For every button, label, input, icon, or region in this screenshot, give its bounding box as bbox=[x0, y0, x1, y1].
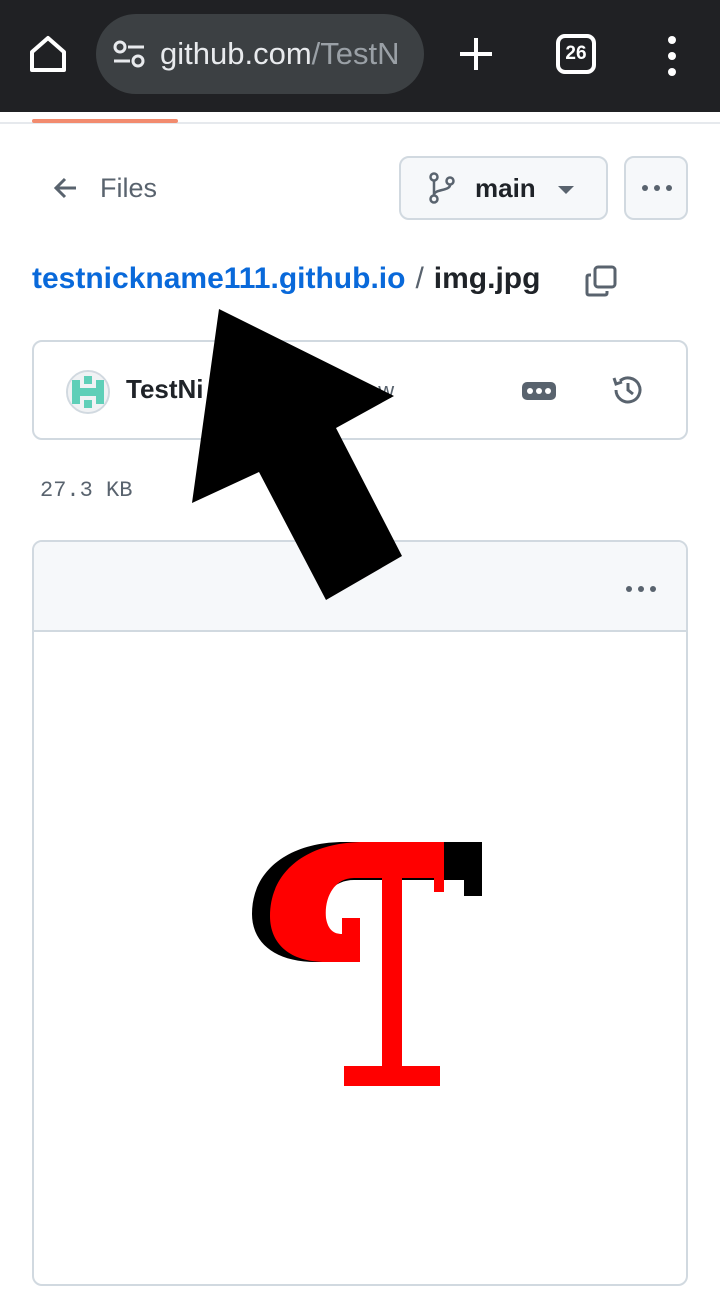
history-icon[interactable] bbox=[610, 372, 646, 408]
latest-commit-box: TestNi ow bbox=[32, 340, 688, 440]
url-path: /TestN bbox=[311, 36, 400, 71]
breadcrumb-file-name: img.jpg bbox=[433, 262, 541, 295]
kebab-menu-icon[interactable] bbox=[660, 34, 684, 78]
tabs-icon[interactable]: 26 bbox=[556, 34, 596, 74]
file-actions-menu-button[interactable] bbox=[624, 156, 688, 220]
git-branch-icon bbox=[429, 172, 455, 204]
branch-name: main bbox=[475, 172, 536, 203]
file-viewer-header bbox=[34, 542, 686, 632]
plus-icon[interactable] bbox=[452, 30, 500, 78]
preview-glyph: T bbox=[234, 832, 235, 833]
url-text[interactable]: github.com/TestN bbox=[160, 36, 400, 72]
breadcrumb-separator: / bbox=[415, 262, 424, 295]
file-size: 27.3 KB bbox=[40, 478, 133, 503]
address-bar[interactable]: github.com/TestN bbox=[96, 14, 424, 94]
kebab-horizontal-icon bbox=[626, 586, 656, 592]
kebab-horizontal-icon bbox=[527, 388, 551, 394]
commit-time: ow bbox=[366, 378, 395, 403]
breadcrumb: testnickname111.github.io / img.jpg bbox=[32, 262, 540, 296]
back-label: Files bbox=[100, 172, 158, 203]
kebab-horizontal-icon bbox=[642, 185, 672, 191]
branch-select-button[interactable]: main bbox=[399, 156, 608, 220]
url-host: github.com bbox=[160, 36, 312, 71]
viewer-actions-button[interactable] bbox=[614, 568, 658, 608]
page-progress-bar bbox=[32, 119, 178, 123]
caret-down-icon bbox=[558, 186, 574, 194]
avatar[interactable] bbox=[66, 370, 110, 414]
browser-toolbar: github.com/TestN 26 bbox=[0, 0, 720, 112]
back-to-files-link[interactable]: Files bbox=[52, 168, 157, 208]
file-viewer: T bbox=[32, 540, 688, 1286]
commit-message-toggle[interactable] bbox=[522, 382, 556, 400]
identicon-icon bbox=[68, 372, 108, 412]
breadcrumb-repo-link[interactable]: testnickname111.github.io bbox=[32, 262, 405, 296]
copy-icon[interactable] bbox=[584, 264, 618, 298]
arrow-left-icon bbox=[53, 177, 76, 199]
tune-icon[interactable] bbox=[112, 38, 146, 70]
home-icon[interactable] bbox=[24, 30, 72, 78]
image-preview: T bbox=[234, 832, 482, 1086]
commit-author[interactable]: TestNi bbox=[126, 374, 204, 405]
